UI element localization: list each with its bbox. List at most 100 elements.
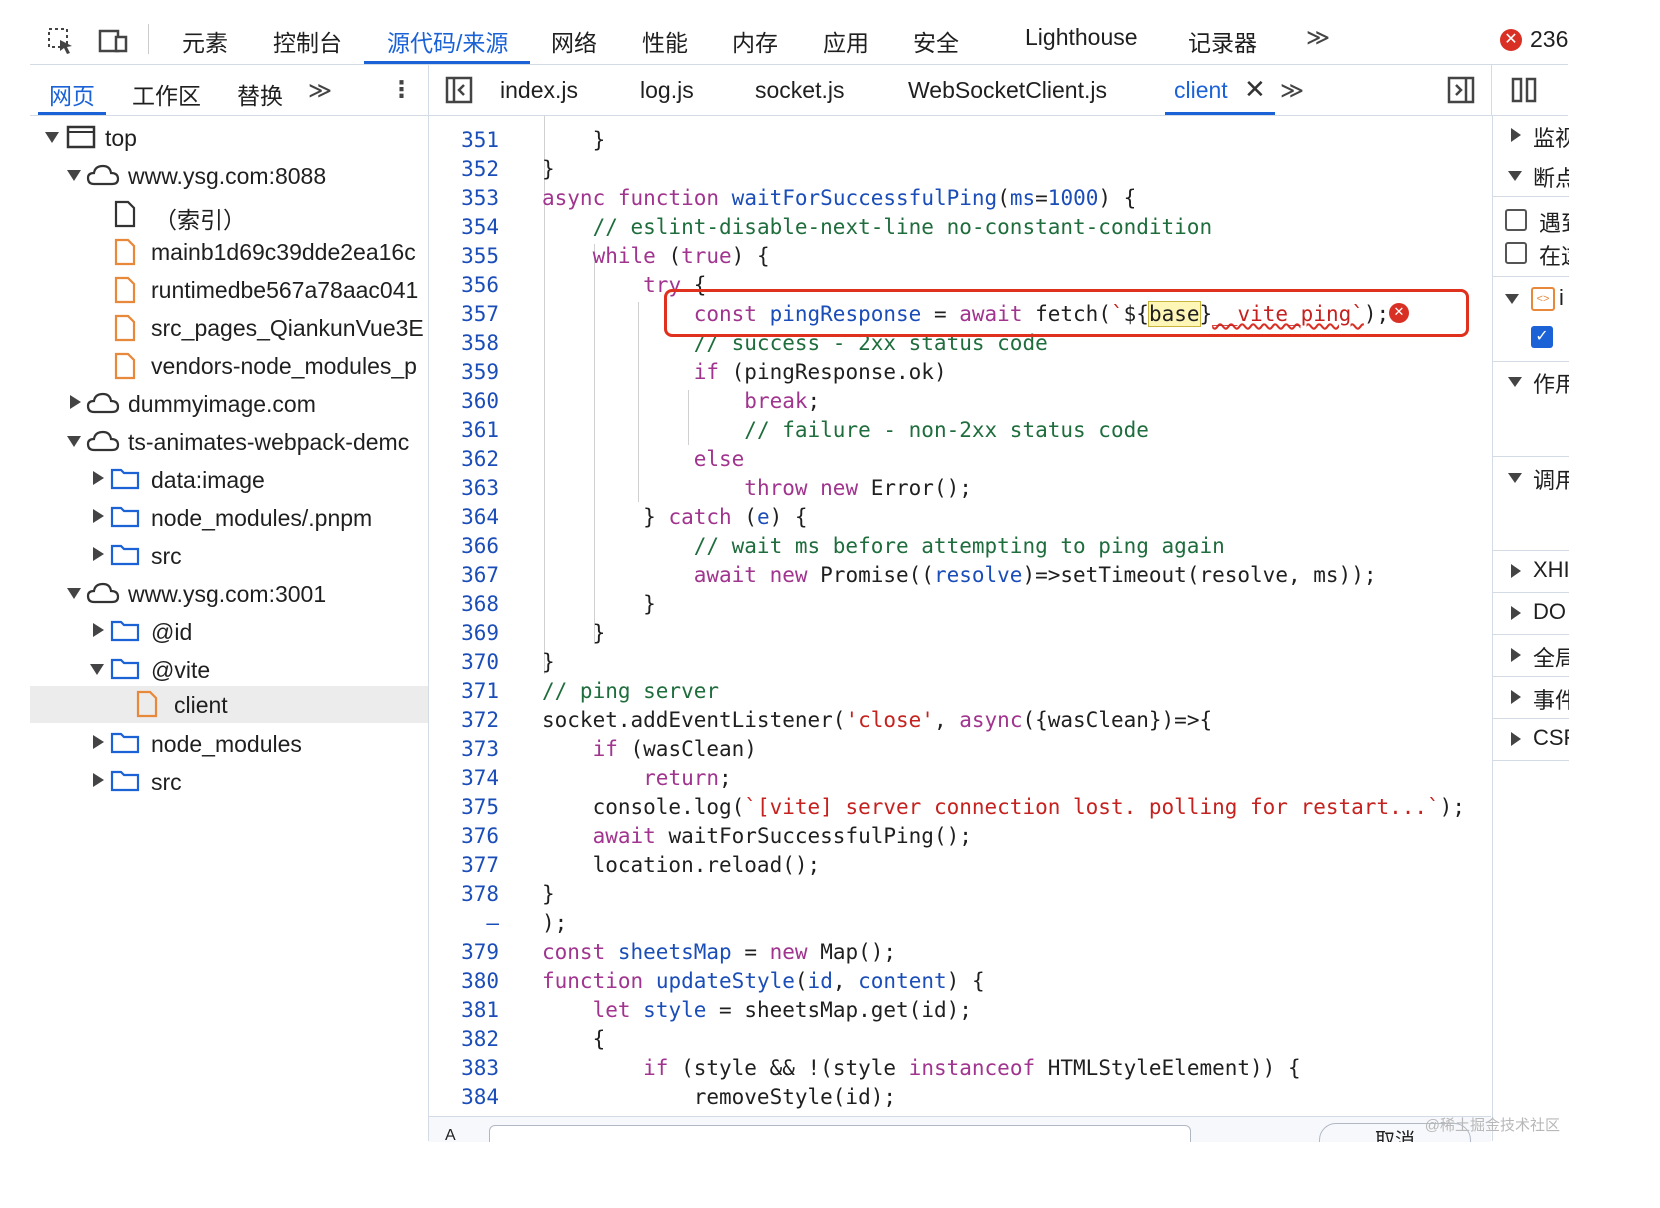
code-line[interactable]: 379 const sheetsMap = new Map(); xyxy=(429,938,1491,967)
line-number[interactable]: 357 xyxy=(429,302,499,326)
code-line[interactable]: 384 removeStyle(id); xyxy=(429,1083,1491,1112)
tree-item-folder[interactable]: @id xyxy=(30,613,428,651)
expand-arrow-icon[interactable] xyxy=(67,588,81,599)
expand-arrow-icon[interactable] xyxy=(93,509,104,523)
tree-item-folder[interactable]: node_modules/.pnpm xyxy=(30,499,428,537)
code-line[interactable]: 368 } xyxy=(429,590,1491,619)
expand-arrow-icon[interactable] xyxy=(93,471,104,485)
code-line[interactable]: 376 await waitForSuccessfulPing(); xyxy=(429,822,1491,851)
expand-arrow-icon[interactable] xyxy=(45,132,59,143)
file-tab-socket-js[interactable]: socket.js xyxy=(755,77,844,104)
code-line[interactable]: 382 { xyxy=(429,1025,1491,1054)
expand-arrow-icon[interactable] xyxy=(1511,732,1521,746)
code-line[interactable]: 367 await new Promise((resolve)=>setTime… xyxy=(429,561,1491,590)
section-xhr-breakpoints[interactable]: XHI xyxy=(1493,552,1569,592)
tree-item-file[interactable]: runtimedbe567a78aac041 xyxy=(30,271,428,309)
code-line[interactable]: 378} xyxy=(429,880,1491,909)
code-line[interactable]: 352} xyxy=(429,155,1491,184)
code-line[interactable]: 366 // wait ms before attempting to ping… xyxy=(429,532,1491,561)
file-tabs-more-chevron-icon[interactable]: ≫ xyxy=(1280,77,1304,104)
line-number[interactable]: 382 xyxy=(429,1027,499,1051)
code-line[interactable]: 363 throw new Error(); xyxy=(429,474,1491,503)
file-tab-index-js[interactable]: index.js xyxy=(500,77,578,104)
section-breakpoints[interactable]: 断点 xyxy=(1493,156,1569,196)
tab-recorder[interactable]: 记录器 xyxy=(1188,24,1257,58)
file-tab-client[interactable]: client xyxy=(1174,77,1228,104)
device-toolbar-icon[interactable] xyxy=(98,26,128,56)
line-number[interactable]: 354 xyxy=(429,215,499,239)
pause-script-icon[interactable] xyxy=(1510,76,1538,104)
code-line[interactable]: 369 } xyxy=(429,619,1491,648)
tab-console[interactable]: 控制台 xyxy=(273,24,342,58)
line-number[interactable]: 363 xyxy=(429,476,499,500)
error-count[interactable]: 236 xyxy=(1530,26,1568,53)
toggle-navigator-icon[interactable] xyxy=(445,76,473,104)
checkbox[interactable] xyxy=(1505,209,1527,231)
code-line[interactable]: 377 location.reload(); xyxy=(429,851,1491,880)
tree-item-file[interactable]: vendors-node_modules_p xyxy=(30,347,428,385)
breakpoint-file-row[interactable]: <> i xyxy=(1493,280,1569,320)
error-icon[interactable]: ✕ xyxy=(1500,29,1522,51)
expand-arrow-icon[interactable] xyxy=(70,395,81,409)
code-line[interactable]: 373 if (wasClean) xyxy=(429,735,1491,764)
tab-elements[interactable]: 元素 xyxy=(182,24,228,58)
line-number[interactable]: 364 xyxy=(429,505,499,529)
tab-application[interactable]: 应用 xyxy=(823,24,869,58)
expand-arrow-icon[interactable] xyxy=(1511,690,1521,704)
collapse-arrow-icon[interactable] xyxy=(1505,294,1519,304)
line-number[interactable]: 371 xyxy=(429,679,499,703)
tree-item-folder[interactable]: src xyxy=(30,763,428,801)
line-number[interactable]: 384 xyxy=(429,1085,499,1109)
code-line[interactable]: 380 function updateStyle(id, content) { xyxy=(429,967,1491,996)
line-number[interactable]: 366 xyxy=(429,534,499,558)
section-dom-breakpoints[interactable]: DO xyxy=(1493,594,1569,634)
code-line[interactable]: 372 socket.addEventListener('close', asyn… xyxy=(429,706,1491,735)
tree-item-folder[interactable]: @vite xyxy=(30,651,428,689)
expand-arrow-icon[interactable] xyxy=(67,170,81,181)
line-number[interactable]: 369 xyxy=(429,621,499,645)
line-number[interactable]: 362 xyxy=(429,447,499,471)
tab-lighthouse[interactable]: Lighthouse xyxy=(1025,24,1138,51)
tree-item-top[interactable]: top xyxy=(30,119,428,157)
expand-arrow-icon[interactable] xyxy=(93,547,104,561)
code-line[interactable]: 355 while (true) { xyxy=(429,242,1491,271)
expand-arrow-icon[interactable] xyxy=(1511,564,1521,578)
line-number[interactable]: 368 xyxy=(429,592,499,616)
expand-arrow-icon[interactable] xyxy=(1511,128,1521,142)
tab-network[interactable]: 网络 xyxy=(551,24,597,58)
tab-performance[interactable]: 性能 xyxy=(642,24,688,58)
tab-sources[interactable]: 源代码/来源 xyxy=(387,24,508,58)
line-number[interactable]: 360 xyxy=(429,389,499,413)
line-number[interactable]: 380 xyxy=(429,969,499,993)
line-number[interactable]: 378 xyxy=(429,882,499,906)
code-line[interactable]: 361 // failure - non-2xx status code xyxy=(429,416,1491,445)
tree-item-domain[interactable]: ts-animates-webpack-demc xyxy=(30,423,428,461)
navigator-menu-icon[interactable]: ⋮ xyxy=(390,76,413,103)
line-number[interactable]: 356 xyxy=(429,273,499,297)
tree-item-folder[interactable]: src xyxy=(30,537,428,575)
line-number[interactable]: 355 xyxy=(429,244,499,268)
line-number[interactable]: 374 xyxy=(429,766,499,790)
tab-security[interactable]: 安全 xyxy=(913,24,959,58)
file-tab-log-js[interactable]: log.js xyxy=(640,77,694,104)
code-line[interactable]: 354 // eslint-disable-next-line no-const… xyxy=(429,213,1491,242)
line-number[interactable]: 358 xyxy=(429,331,499,355)
expand-arrow-icon[interactable] xyxy=(1511,606,1521,620)
code-line[interactable]: 359 if (pingResponse.ok) xyxy=(429,358,1491,387)
line-number[interactable]: 359 xyxy=(429,360,499,384)
line-number[interactable]: 370 xyxy=(429,650,499,674)
tree-item-folder[interactable]: node_modules xyxy=(30,725,428,763)
line-number[interactable]: 367 xyxy=(429,563,499,587)
line-number[interactable]: 351 xyxy=(429,128,499,152)
line-number[interactable]: 375 xyxy=(429,795,499,819)
code-line[interactable]: –); xyxy=(429,909,1491,938)
code-line[interactable]: 362 else xyxy=(429,445,1491,474)
navigator-tab-workspace[interactable]: 工作区 xyxy=(132,77,201,111)
code-editor[interactable]: 351 } 352} 353 async function waitForSucc… xyxy=(429,116,1491,1116)
line-number[interactable]: 361 xyxy=(429,418,499,442)
expand-arrow-icon[interactable] xyxy=(1511,648,1521,662)
tab-memory[interactable]: 内存 xyxy=(732,24,778,58)
tree-item-file[interactable]: mainb1d69c39dde2ea16c xyxy=(30,233,428,271)
line-number[interactable]: 373 xyxy=(429,737,499,761)
tree-item-file-selected[interactable]: client xyxy=(30,686,428,723)
